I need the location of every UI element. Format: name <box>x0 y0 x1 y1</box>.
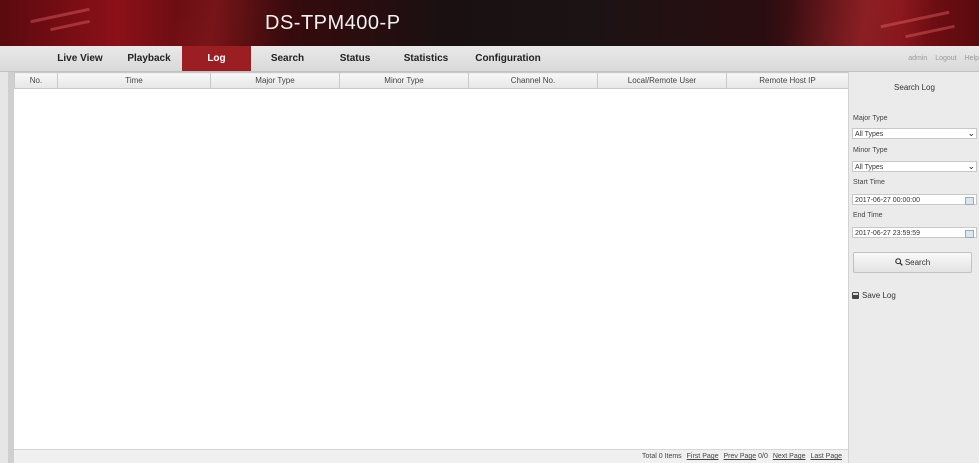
search-button-label: Search <box>904 258 931 267</box>
total-items: Total 0 Items <box>642 453 682 460</box>
pagination-bar: Total 0 Items First Page Prev Page 0/0 N… <box>14 449 848 463</box>
floppy-disk-icon <box>852 292 859 299</box>
column-header-no[interactable]: No. <box>14 72 58 89</box>
app-title: DS-TPM400-P <box>265 12 401 34</box>
end-time-value: 2017-06-27 23:59:59 <box>855 230 920 237</box>
column-header-minor-type[interactable]: Minor Type <box>339 72 469 89</box>
app-header: DS-TPM400-P <box>0 0 979 46</box>
table-header-row: No. Time Major Type Minor Type Channel N… <box>14 72 849 89</box>
log-table: No. Time Major Type Minor Type Channel N… <box>14 72 849 89</box>
start-time-label: Start Time <box>853 179 885 186</box>
prev-page-link[interactable]: Prev Page <box>724 453 757 460</box>
tab-search[interactable]: Search <box>251 46 324 71</box>
start-time-input[interactable]: 2017-06-27 00:00:00 <box>852 194 977 205</box>
tab-status[interactable]: Status <box>324 46 386 71</box>
minor-type-select[interactable]: All Types ⌄ <box>852 161 977 172</box>
end-time-input[interactable]: 2017-06-27 23:59:59 <box>852 227 977 238</box>
save-log-label: Save Log <box>862 291 896 300</box>
major-type-label: Major Type <box>853 115 888 122</box>
next-page-link[interactable]: Next Page <box>773 453 806 460</box>
search-log-panel: Search Log Major Type All Types ⌄ Minor … <box>848 72 979 463</box>
tab-configuration[interactable]: Configuration <box>466 46 550 71</box>
column-header-remote-ip[interactable]: Remote Host IP <box>726 72 849 89</box>
magnifier-icon <box>895 258 903 266</box>
tab-statistics[interactable]: Statistics <box>386 46 466 71</box>
logout-link[interactable]: Logout <box>935 55 956 62</box>
end-time-label: End Time <box>853 212 883 219</box>
page-indicator: 0/0 <box>758 453 768 460</box>
save-log-button[interactable]: Save Log <box>852 291 896 300</box>
search-panel-title: Search Log <box>894 83 935 92</box>
minor-type-value: All Types <box>855 164 884 171</box>
header-decoration <box>50 19 90 32</box>
main-nav: Live View Playback Log Search Status Sta… <box>0 46 979 72</box>
user-links: admin Logout Help <box>902 46 979 71</box>
help-link[interactable]: Help <box>965 55 979 62</box>
chevron-down-icon: ⌄ <box>967 161 975 171</box>
chevron-down-icon: ⌄ <box>967 128 975 138</box>
username: admin <box>908 55 928 62</box>
calendar-icon[interactable] <box>965 230 974 238</box>
tab-playback[interactable]: Playback <box>116 46 182 71</box>
log-table-panel: No. Time Major Type Minor Type Channel N… <box>8 72 849 463</box>
tab-live-view[interactable]: Live View <box>44 46 116 71</box>
calendar-icon[interactable] <box>965 197 974 205</box>
major-type-value: All Types <box>855 131 884 138</box>
column-header-time[interactable]: Time <box>57 72 211 89</box>
column-header-channel-no[interactable]: Channel No. <box>468 72 598 89</box>
major-type-select[interactable]: All Types ⌄ <box>852 128 977 139</box>
column-header-major-type[interactable]: Major Type <box>210 72 340 89</box>
header-decoration <box>880 10 950 29</box>
first-page-link[interactable]: First Page <box>687 453 719 460</box>
minor-type-label: Minor Type <box>853 147 888 154</box>
header-decoration <box>905 24 955 39</box>
start-time-value: 2017-06-27 00:00:00 <box>855 197 920 204</box>
tab-log[interactable]: Log <box>182 46 251 71</box>
last-page-link[interactable]: Last Page <box>810 453 842 460</box>
search-button[interactable]: Search <box>853 252 972 273</box>
column-header-user[interactable]: Local/Remote User <box>597 72 727 89</box>
